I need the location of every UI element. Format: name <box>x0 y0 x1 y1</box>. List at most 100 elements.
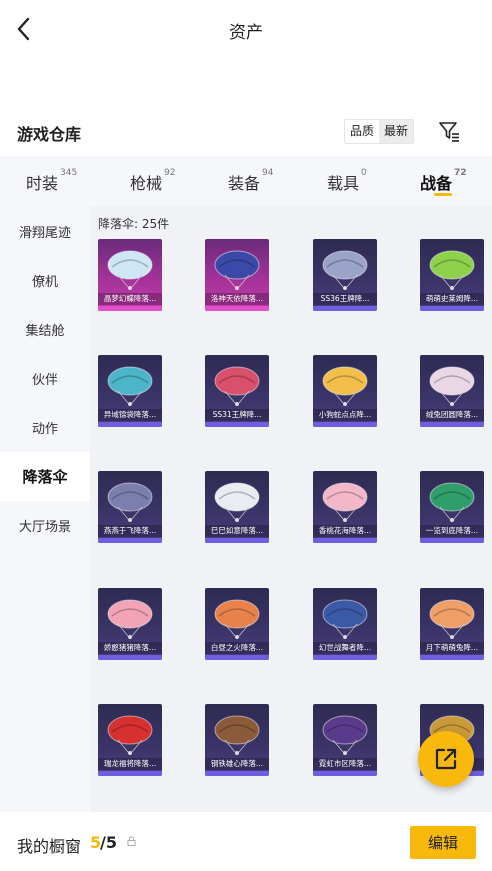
rarity-bar <box>420 422 484 427</box>
filter-button[interactable] <box>436 118 462 144</box>
rarity-bar <box>313 422 377 427</box>
sidebar-item-companion[interactable]: 伙伴 <box>0 354 90 403</box>
parachute-name: 一览到底降落... <box>420 525 484 537</box>
parachute-image <box>214 482 260 522</box>
parachute-card[interactable]: 异域锦袋降落... <box>98 355 162 427</box>
sort-option-quality[interactable]: 品质 <box>345 120 380 143</box>
parachute-name: 霓虹市区降落... <box>313 758 377 770</box>
parachute-card[interactable]: 瑞龙福将降落... <box>98 704 162 776</box>
parachute-card[interactable]: 晶梦幻蝶降落... <box>98 239 162 311</box>
parachute-image <box>214 599 260 639</box>
parachute-image <box>107 482 153 522</box>
rarity-bar <box>98 771 162 776</box>
rarity-bar <box>313 655 377 660</box>
edit-button[interactable]: 编辑 <box>410 826 476 859</box>
parachute-card[interactable]: 萌萌史莱姆降... <box>420 239 484 311</box>
parachute-card[interactable]: 燕燕于飞降落... <box>98 471 162 543</box>
parachute-image <box>429 250 475 290</box>
footer: 我的橱窗 5 /5 编辑 <box>0 812 492 871</box>
rarity-bar <box>205 771 269 776</box>
rarity-bar <box>313 771 377 776</box>
sidebar-item-lobby-scene[interactable]: 大厅场景 <box>0 501 90 550</box>
rarity-bar <box>205 538 269 543</box>
parachute-card[interactable]: 小狗蛇点点降... <box>313 355 377 427</box>
showcase-label: 我的橱窗 <box>17 837 82 856</box>
rarity-bar <box>205 655 269 660</box>
parachute-name: 绒兔团圆降落... <box>420 409 484 421</box>
tab-fashion[interactable]: 时装345 <box>26 168 78 194</box>
parachute-name: 瑞龙福将降落... <box>98 758 162 770</box>
parachute-name: 幻世战舞者降... <box>313 642 377 654</box>
sidebar-item-glide-trail[interactable]: 滑翔尾迹 <box>0 207 90 256</box>
parachute-card[interactable]: 霓虹市区降落... <box>313 704 377 776</box>
parachute-card[interactable]: SS36王牌降... <box>313 239 377 311</box>
filter-icon <box>439 122 459 142</box>
section-title: 游戏仓库 <box>17 125 82 144</box>
sidebar-item-emote[interactable]: 动作 <box>0 403 90 452</box>
rarity-bar <box>420 655 484 660</box>
rarity-bar <box>313 538 377 543</box>
item-grid: 降落伞: 25件 晶梦幻蝶降落... 洛神天依降落... SS36王牌降... 萌萌史… <box>90 206 492 812</box>
parachute-name: 巳巳如意降落... <box>205 525 269 537</box>
parachute-image <box>429 482 475 522</box>
parachute-image <box>107 715 153 755</box>
rarity-bar <box>313 306 377 311</box>
parachute-card[interactable]: 绒兔团圆降落... <box>420 355 484 427</box>
tab-combat-supplies[interactable]: 战备72 <box>420 168 467 194</box>
tab-vehicles[interactable]: 载具0 <box>327 168 367 194</box>
parachute-image <box>429 366 475 406</box>
parachute-image <box>214 715 260 755</box>
parachute-card[interactable]: 月下萌萌兔降... <box>420 588 484 660</box>
parachute-card[interactable]: SS31王牌降... <box>205 355 269 427</box>
sidebar: 滑翔尾迹 僚机 集结舱 伙伴 动作 降落伞 大厅场景 <box>0 206 90 812</box>
parachute-card[interactable]: 洛神天依降落... <box>205 239 269 311</box>
parachute-card[interactable]: 钢铁雄心降落... <box>205 704 269 776</box>
rarity-bar <box>420 306 484 311</box>
parachute-card[interactable]: 白昼之火降落... <box>205 588 269 660</box>
tab-weapons[interactable]: 枪械92 <box>130 168 176 194</box>
sidebar-item-wingman[interactable]: 僚机 <box>0 256 90 305</box>
parachute-image <box>107 366 153 406</box>
page-title: 资产 <box>229 23 263 43</box>
parachute-name: SS31王牌降... <box>205 409 269 421</box>
parachute-card[interactable]: 幻世战舞者降... <box>313 588 377 660</box>
sidebar-item-rally-pod[interactable]: 集结舱 <box>0 305 90 354</box>
tab-count: 0 <box>361 168 367 178</box>
active-tab-indicator <box>434 193 452 196</box>
parachute-name: 燕燕于飞降落... <box>98 525 162 537</box>
parachute-name: 娇憨猪猪降落... <box>98 642 162 654</box>
sidebar-item-parachute[interactable]: 降落伞 <box>0 452 90 501</box>
parachute-card[interactable]: 一览到底降落... <box>420 471 484 543</box>
tab-label: 时装 <box>26 174 59 193</box>
rarity-bar <box>98 655 162 660</box>
parachute-image <box>322 366 368 406</box>
share-fab[interactable] <box>418 731 474 787</box>
tab-label: 枪械 <box>130 174 163 193</box>
rarity-bar <box>205 306 269 311</box>
parachute-image <box>214 366 260 406</box>
parachute-image <box>322 599 368 639</box>
category-tabs: 时装345 枪械92 装备94 载具0 战备72 <box>0 156 492 206</box>
sort-option-newest[interactable]: 最新 <box>379 120 414 143</box>
tab-equipment[interactable]: 装备94 <box>228 168 274 194</box>
external-link-icon <box>435 748 457 770</box>
parachute-card[interactable]: 香桃花海降落... <box>313 471 377 543</box>
tab-count: 94 <box>262 168 274 178</box>
tab-label: 装备 <box>228 174 261 193</box>
tab-label: 载具 <box>327 174 360 193</box>
tab-label: 战备 <box>420 174 453 193</box>
parachute-name: 洛神天依降落... <box>205 293 269 305</box>
parachute-name: 白昼之火降落... <box>205 642 269 654</box>
parachute-image <box>322 482 368 522</box>
tab-count: 345 <box>60 168 78 178</box>
sort-toggle: 品质 最新 <box>344 119 415 144</box>
tab-count: 92 <box>164 168 176 178</box>
parachute-name: 香桃花海降落... <box>313 525 377 537</box>
parachute-name: SS36王牌降... <box>313 293 377 305</box>
parachute-card[interactable]: 巳巳如意降落... <box>205 471 269 543</box>
rarity-bar <box>205 422 269 427</box>
parachute-card[interactable]: 娇憨猪猪降落... <box>98 588 162 660</box>
parachute-image <box>322 250 368 290</box>
showcase-count-total: /5 <box>100 833 117 852</box>
parachute-name: 小狗蛇点点降... <box>313 409 377 421</box>
